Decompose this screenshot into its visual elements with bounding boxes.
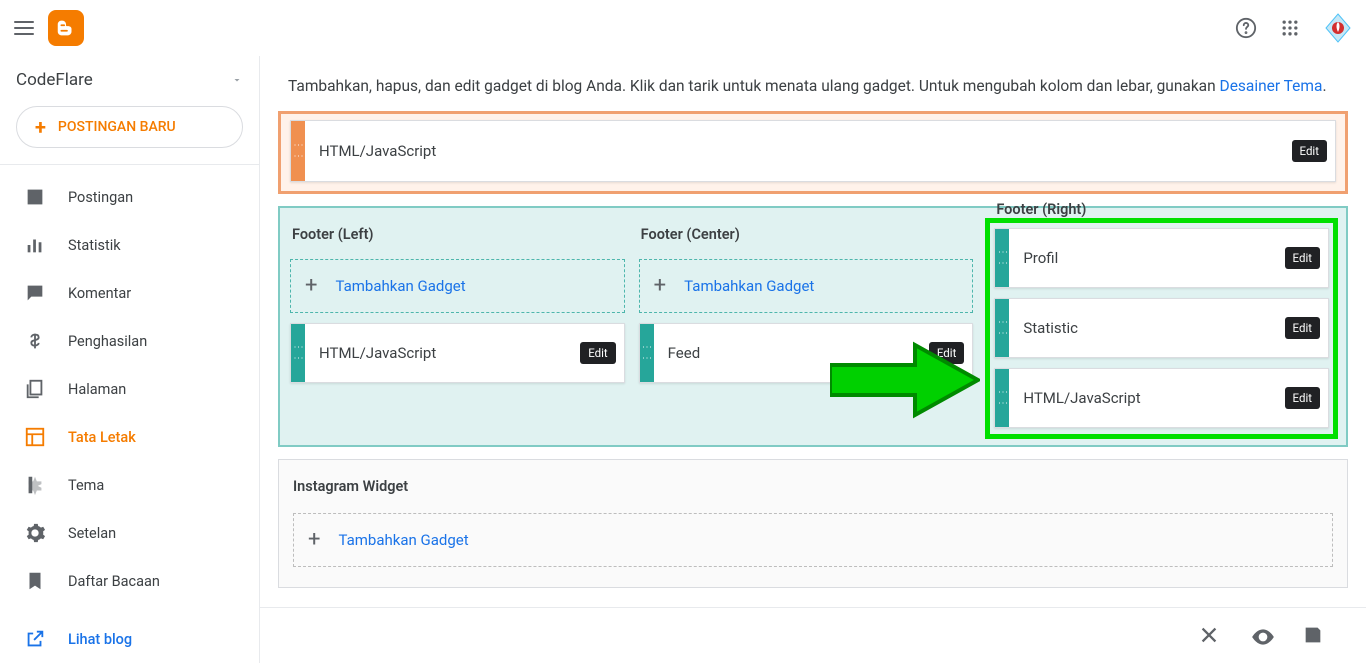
- gear-icon: [24, 522, 46, 544]
- add-gadget-label: Tambahkan Gadget: [338, 531, 468, 549]
- nav-label: Halaman: [68, 381, 126, 398]
- edit-button[interactable]: Edit: [1285, 247, 1320, 269]
- main-content: Tambahkan, hapus, dan edit gadget di blo…: [260, 56, 1366, 663]
- dollar-icon: [24, 330, 46, 352]
- footer-section: Footer (Left) + Tambahkan Gadget ⋮⋮ HTML…: [278, 206, 1348, 447]
- open-external-icon: [24, 628, 46, 650]
- add-gadget-label: Tambahkan Gadget: [684, 277, 814, 295]
- sidebar-nav: Postingan Statistik Komentar Penghasilan…: [0, 165, 259, 605]
- chevron-down-icon: [231, 74, 243, 86]
- pages-icon: [24, 378, 46, 400]
- layout-description: Tambahkan, hapus, dan edit gadget di blo…: [260, 56, 1366, 111]
- sidebar-item-postingan[interactable]: Postingan: [0, 173, 259, 221]
- footer-col-left: Footer (Left) + Tambahkan Gadget ⋮⋮ HTML…: [290, 226, 625, 431]
- new-post-label: POSTINGAN BARU: [58, 119, 176, 135]
- footer-center-title: Footer (Center): [639, 226, 974, 243]
- sidebar-item-komentar[interactable]: Komentar: [0, 269, 259, 317]
- blog-selector[interactable]: CodeFlare: [0, 56, 259, 98]
- sidebar-item-halaman[interactable]: Halaman: [0, 365, 259, 413]
- footer-col-right-highlighted: Footer (Right) ⋮⋮ Profil Edit ⋮⋮ Statist…: [985, 218, 1338, 439]
- sidebar-item-tema[interactable]: Tema: [0, 461, 259, 509]
- blogger-logo[interactable]: [48, 10, 84, 46]
- gadget-footer-left-0[interactable]: ⋮⋮ HTML/JavaScript Edit: [290, 323, 625, 383]
- theme-designer-link[interactable]: Desainer Tema: [1220, 77, 1323, 95]
- footer-right-title: Footer (Right): [994, 201, 1329, 218]
- drag-handle-icon[interactable]: ⋮⋮: [640, 324, 654, 382]
- nav-label: Postingan: [68, 189, 133, 206]
- menu-icon[interactable]: [12, 16, 36, 40]
- sidebar-item-tata-letak[interactable]: Tata Letak: [0, 413, 259, 461]
- comment-icon: [24, 282, 46, 304]
- sidebar-item-setelan[interactable]: Setelan: [0, 509, 259, 557]
- sidebar-item-statistik[interactable]: Statistik: [0, 221, 259, 269]
- drag-handle-icon[interactable]: ⋮⋮: [995, 299, 1009, 357]
- view-blog-label: Lihat blog: [68, 631, 132, 648]
- post-icon: [24, 186, 46, 208]
- nav-label: Statistik: [68, 237, 121, 254]
- add-gadget-button[interactable]: + Tambahkan Gadget: [290, 259, 625, 313]
- view-blog-link[interactable]: Lihat blog: [0, 615, 259, 663]
- preview-icon[interactable]: [1250, 624, 1274, 648]
- section-highlighted: ⋮⋮ HTML/JavaScript Edit: [278, 111, 1348, 194]
- add-gadget-button[interactable]: + Tambahkan Gadget: [639, 259, 974, 313]
- bottom-toolbar: [260, 607, 1366, 663]
- new-post-button[interactable]: + POSTINGAN BARU: [16, 106, 243, 148]
- sidebar-item-penghasilan[interactable]: Penghasilan: [0, 317, 259, 365]
- app-bar: [0, 0, 1366, 56]
- gadget-label: HTML/JavaScript: [1009, 389, 1284, 407]
- layout-icon: [24, 426, 46, 448]
- sidebar-item-daftar-bacaan[interactable]: Daftar Bacaan: [0, 557, 259, 605]
- drag-handle-icon[interactable]: ⋮⋮: [291, 121, 305, 181]
- plus-icon: +: [305, 273, 317, 298]
- gadget-footer-right-2[interactable]: ⋮⋮ HTML/JavaScript Edit: [994, 368, 1329, 428]
- apps-icon[interactable]: [1278, 16, 1302, 40]
- add-gadget-label: Tambahkan Gadget: [335, 277, 465, 295]
- gadget-html-js-top[interactable]: ⋮⋮ HTML/JavaScript Edit: [290, 120, 1336, 182]
- save-icon[interactable]: [1302, 624, 1326, 648]
- theme-icon: [24, 474, 46, 496]
- nav-label: Setelan: [68, 525, 116, 542]
- gadget-label: HTML/JavaScript: [305, 142, 1292, 160]
- nav-label: Tema: [68, 477, 104, 494]
- drag-handle-icon[interactable]: ⋮⋮: [291, 324, 305, 382]
- nav-label: Tata Letak: [68, 429, 136, 446]
- help-icon[interactable]: [1234, 16, 1258, 40]
- gadget-label: HTML/JavaScript: [305, 344, 580, 362]
- drag-handle-icon[interactable]: ⋮⋮: [995, 229, 1009, 287]
- edit-button[interactable]: Edit: [1285, 387, 1320, 409]
- close-icon[interactable]: [1198, 624, 1222, 648]
- gadget-label: Profil: [1009, 249, 1284, 267]
- gadget-footer-right-1[interactable]: ⋮⋮ Statistic Edit: [994, 298, 1329, 358]
- layout-canvas[interactable]: ⋮⋮ HTML/JavaScript Edit Footer (Left) + …: [260, 111, 1366, 663]
- nav-label: Penghasilan: [68, 333, 147, 350]
- footer-left-title: Footer (Left): [290, 226, 625, 243]
- instagram-section: Instagram Widget + Tambahkan Gadget: [278, 459, 1348, 588]
- gadget-footer-right-0[interactable]: ⋮⋮ Profil Edit: [994, 228, 1329, 288]
- annotation-arrow-icon: [830, 340, 980, 424]
- edit-button[interactable]: Edit: [1292, 140, 1327, 162]
- instagram-title: Instagram Widget: [293, 478, 1333, 495]
- plus-icon: +: [35, 117, 46, 137]
- bookmark-icon: [24, 570, 46, 592]
- blog-name: CodeFlare: [16, 70, 93, 90]
- stats-icon: [24, 234, 46, 256]
- sidebar: CodeFlare + POSTINGAN BARU Postingan Sta…: [0, 56, 260, 663]
- user-avatar[interactable]: [1322, 12, 1354, 44]
- nav-label: Daftar Bacaan: [68, 573, 160, 590]
- plus-icon: +: [654, 273, 666, 298]
- plus-icon: +: [308, 527, 320, 552]
- edit-button[interactable]: Edit: [1285, 317, 1320, 339]
- drag-handle-icon[interactable]: ⋮⋮: [995, 369, 1009, 427]
- edit-button[interactable]: Edit: [580, 342, 615, 364]
- gadget-label: Statistic: [1009, 319, 1284, 337]
- add-gadget-button[interactable]: + Tambahkan Gadget: [293, 513, 1333, 567]
- nav-label: Komentar: [68, 285, 131, 302]
